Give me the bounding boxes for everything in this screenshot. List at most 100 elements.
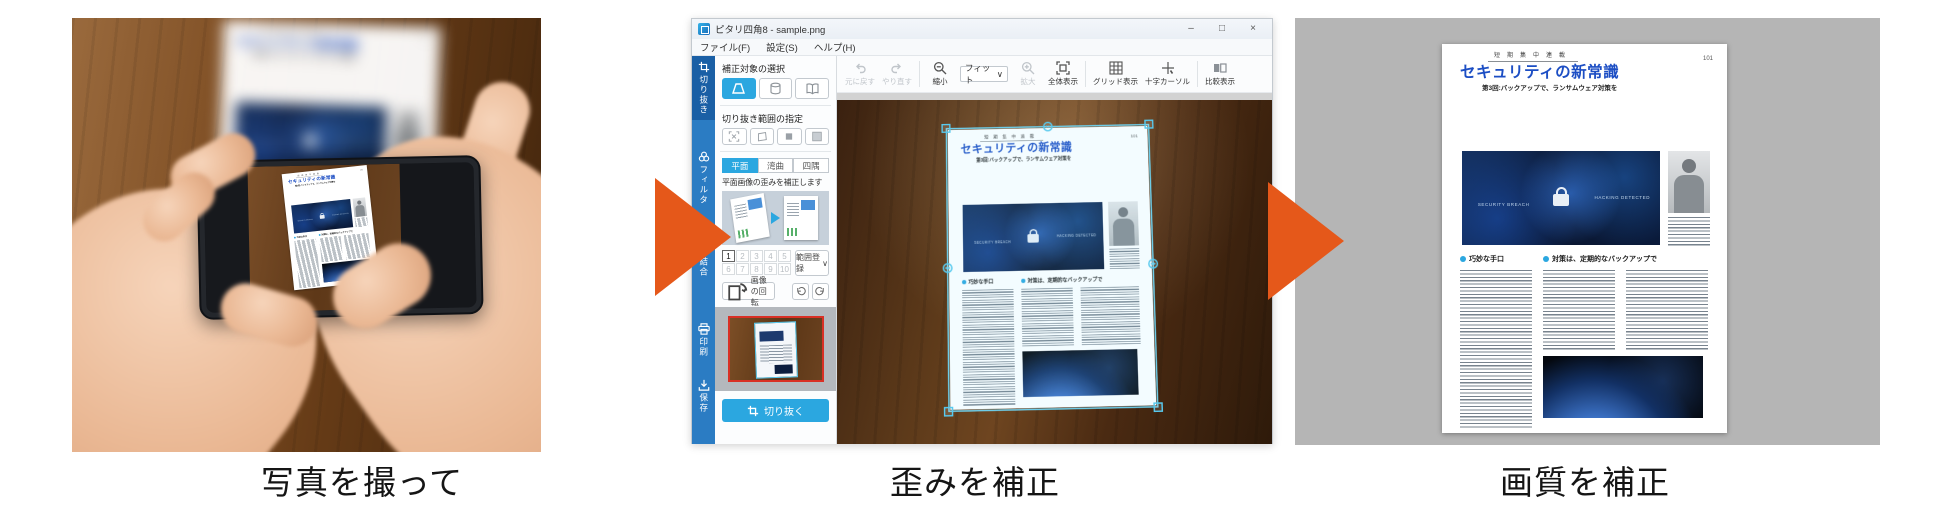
chevron-down-icon: ∨	[997, 69, 1003, 80]
zoom-in-icon	[1021, 61, 1035, 75]
range-slot-10[interactable]: 10	[778, 263, 791, 275]
selection-handle-right[interactable]	[1148, 258, 1158, 268]
caption-step2: 歪みを補正	[775, 456, 1175, 504]
selection-handle-bottom-left[interactable]	[944, 407, 953, 417]
printer-icon	[698, 323, 710, 335]
sidebar-item-save[interactable]: 保存	[692, 374, 715, 418]
undo-icon	[853, 61, 867, 75]
tab-curved[interactable]: 湾曲	[758, 158, 794, 173]
range-slot-grid: 1 2 3 4 5 6 7 8 9 10	[722, 250, 791, 275]
photo-step1: 短期集中連載101 セキュリティの新常識 第3回:バックアップで、ランサムウェア…	[72, 18, 541, 452]
close-button[interactable]: ×	[1240, 19, 1266, 39]
selection-frame	[946, 124, 1159, 412]
step-arrow-1	[655, 178, 731, 296]
padlock-icon	[304, 137, 316, 147]
range-quad-button[interactable]	[750, 128, 775, 145]
step-arrow-2	[1268, 182, 1344, 300]
source-thumbnail-selected[interactable]	[728, 316, 824, 382]
menu-settings[interactable]: 設定(S)	[758, 40, 806, 54]
correction-preview	[722, 191, 829, 245]
trapezoid-icon	[731, 82, 746, 95]
zoom-fit-dropdown[interactable]: フィット∨	[960, 66, 1008, 82]
range-full-button[interactable]	[805, 128, 830, 145]
crop-icon	[698, 61, 710, 73]
range-slot-5[interactable]: 5	[778, 250, 791, 262]
full-view-button[interactable]: 全体表示	[1048, 61, 1078, 87]
chevron-down-icon: ∨	[822, 259, 828, 268]
preview-before-thumb	[730, 193, 770, 243]
cylinder-icon	[768, 82, 783, 95]
target-cylinder-button[interactable]	[759, 78, 793, 99]
range-slot-8[interactable]: 8	[750, 263, 763, 275]
result-step3: 短期集中連載101 セキュリティの新常識 第3回:バックアップで、ランサムウェア…	[1295, 18, 1880, 445]
range-slot-7[interactable]: 7	[736, 263, 749, 275]
rotate-right-icon	[815, 286, 826, 297]
rotate-left-button[interactable]	[792, 283, 809, 300]
grid-icon	[1109, 61, 1123, 75]
target-flat-button[interactable]	[722, 78, 756, 99]
window-title: ピタリ四角8 - sample.png	[715, 22, 1173, 36]
range-slot-4[interactable]: 4	[764, 250, 777, 262]
compare-toggle-button[interactable]: 比較表示	[1205, 61, 1235, 87]
sidebar-item-crop[interactable]: 切り抜き	[692, 56, 715, 120]
selection-handle-top-right[interactable]	[1144, 120, 1153, 129]
range-auto-button[interactable]	[722, 128, 747, 145]
book-icon	[805, 82, 820, 95]
toolbar-divider	[1197, 61, 1198, 87]
grid-toggle-button[interactable]: グリッド表示	[1093, 61, 1138, 87]
caption-step3: 画質を補正	[1385, 456, 1785, 504]
tab-corners[interactable]: 四隅	[793, 158, 829, 173]
sidebar-item-print[interactable]: 印刷	[692, 318, 715, 362]
arrow-right-icon	[771, 212, 780, 224]
menu-help[interactable]: ヘルプ(H)	[806, 40, 864, 54]
zoom-in-button[interactable]: 拡大	[1015, 61, 1041, 87]
full-view-icon	[1056, 61, 1070, 75]
range-rect-button[interactable]	[777, 128, 802, 145]
crop-execute-button[interactable]: 切り抜く	[722, 399, 829, 422]
menu-file[interactable]: ファイル(F)	[692, 40, 758, 54]
crop-icon	[747, 405, 759, 417]
rotate-left-icon	[795, 286, 806, 297]
selection-handle-bottom-right[interactable]	[1153, 402, 1163, 412]
photo-on-canvas: 短期集中連載101 セキュリティの新常識 第3回:バックアップで、ランサムウェア…	[837, 100, 1272, 444]
selection-handle-top-left[interactable]	[941, 124, 950, 133]
redo-icon	[890, 61, 904, 75]
crosshair-icon	[1161, 61, 1175, 75]
crosshair-toggle-button[interactable]: 十字カーソル	[1145, 61, 1190, 87]
caption-step1: 写真を撮って	[162, 456, 562, 504]
undo-button[interactable]: 元に戻す	[845, 61, 875, 87]
preview-after-thumb	[784, 196, 818, 240]
toolbar: 元に戻す やり直す 縮小 フィット∨ 拡大 全体表示 グリッド表示 十字カーソル…	[837, 56, 1272, 93]
selection-handle-top[interactable]	[1042, 122, 1052, 132]
range-slot-2[interactable]: 2	[736, 250, 749, 262]
maximize-button[interactable]: □	[1209, 19, 1235, 39]
zoom-out-button[interactable]: 縮小	[927, 61, 953, 87]
toolbar-divider	[919, 61, 920, 87]
redo-button[interactable]: やり直す	[882, 61, 912, 87]
correction-panel: 補正対象の選択 切り抜き範囲の指定 平面 湾曲 四隅 平面画像の歪みを補正します	[715, 56, 837, 444]
target-book-button[interactable]	[795, 78, 829, 99]
rotate-right-button[interactable]	[812, 283, 829, 300]
page-number: 101	[422, 36, 430, 41]
title-bar[interactable]: ピタリ四角8 - sample.png – □ ×	[692, 19, 1272, 39]
range-slot-9[interactable]: 9	[764, 263, 777, 275]
divider	[720, 151, 831, 152]
source-thumbnail-strip	[715, 307, 836, 391]
zoom-out-icon	[933, 61, 947, 75]
selection-handle-left[interactable]	[943, 263, 953, 273]
quadrilateral-icon	[756, 131, 768, 142]
filter-icon	[698, 151, 710, 163]
document-selection[interactable]: 短期集中連載101 セキュリティの新常識 第3回:バックアップで、ランサムウェア…	[948, 126, 1157, 410]
range-section-title: 切り抜き範囲の指定	[722, 112, 829, 125]
outlined-rect-icon	[811, 131, 823, 142]
edit-canvas[interactable]: 短期集中連載101 セキュリティの新常識 第3回:バックアップで、ランサムウェア…	[837, 93, 1272, 444]
range-register-button[interactable]: 範囲登録∨	[795, 250, 829, 276]
minimize-button[interactable]: –	[1178, 19, 1204, 39]
filled-rect-icon	[783, 131, 795, 142]
target-section-title: 補正対象の選択	[722, 62, 829, 75]
tab-flat[interactable]: 平面	[722, 158, 758, 173]
menu-bar: ファイル(F) 設定(S) ヘルプ(H)	[692, 39, 1272, 56]
range-slot-3[interactable]: 3	[750, 250, 763, 262]
toolbar-divider	[1085, 61, 1086, 87]
corrected-page: 短期集中連載101 セキュリティの新常識 第3回:バックアップで、ランサムウェア…	[1442, 44, 1727, 433]
